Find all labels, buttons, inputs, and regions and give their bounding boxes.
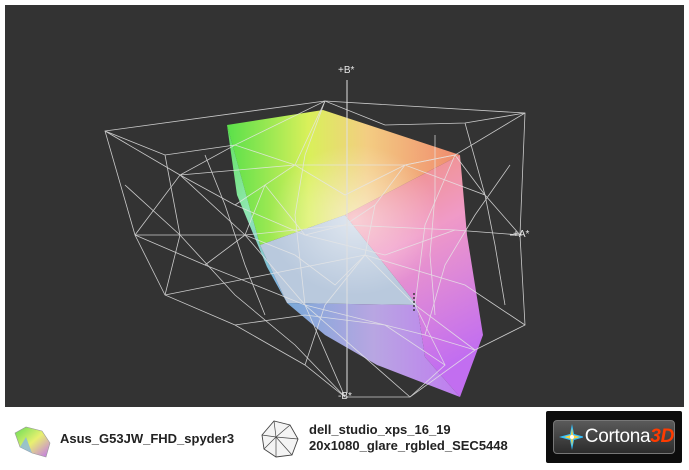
legend-label-dell: dell_studio_xps_16_19 20x1080_glare_rgbl… (309, 422, 508, 454)
brand-wordmark: Cortona3D (585, 426, 674, 448)
minus-b-axis-label: -B* (338, 391, 352, 402)
plus-b-axis-label: +B* (338, 65, 355, 76)
legend-item-dell: dell_studio_xps_16_19 20x1080_glare_rgbl… (258, 417, 508, 459)
wireframe-gamut-icon (261, 420, 299, 458)
cortona-star-icon (559, 424, 583, 450)
color-gamut-solid-icon (14, 426, 51, 458)
legend-label-dell-line2: 20x1080_glare_rgbled_SEC5448 (309, 438, 508, 453)
legend-label-dell-line1: dell_studio_xps_16_19 (309, 422, 451, 437)
legend-label-asus: Asus_G53JW_FHD_spyder3 (60, 431, 235, 446)
brand-name: Cortona (584, 426, 651, 447)
legend-bar: Asus_G53JW_FHD_spyder3 dell_studio_xps_1… (5, 409, 684, 465)
3d-gamut-viewport[interactable]: +B* -B* +A* (5, 5, 684, 407)
plus-a-axis-label: +A* (513, 229, 530, 240)
gamut-solid (227, 110, 483, 397)
brand-suffix: 3D (650, 426, 674, 447)
legend-item-asus: Asus_G53JW_FHD_spyder3 (12, 419, 234, 459)
cortona3d-logo: Cortona3D (553, 420, 675, 454)
cortona3d-brand[interactable]: Cortona3D (546, 411, 682, 463)
